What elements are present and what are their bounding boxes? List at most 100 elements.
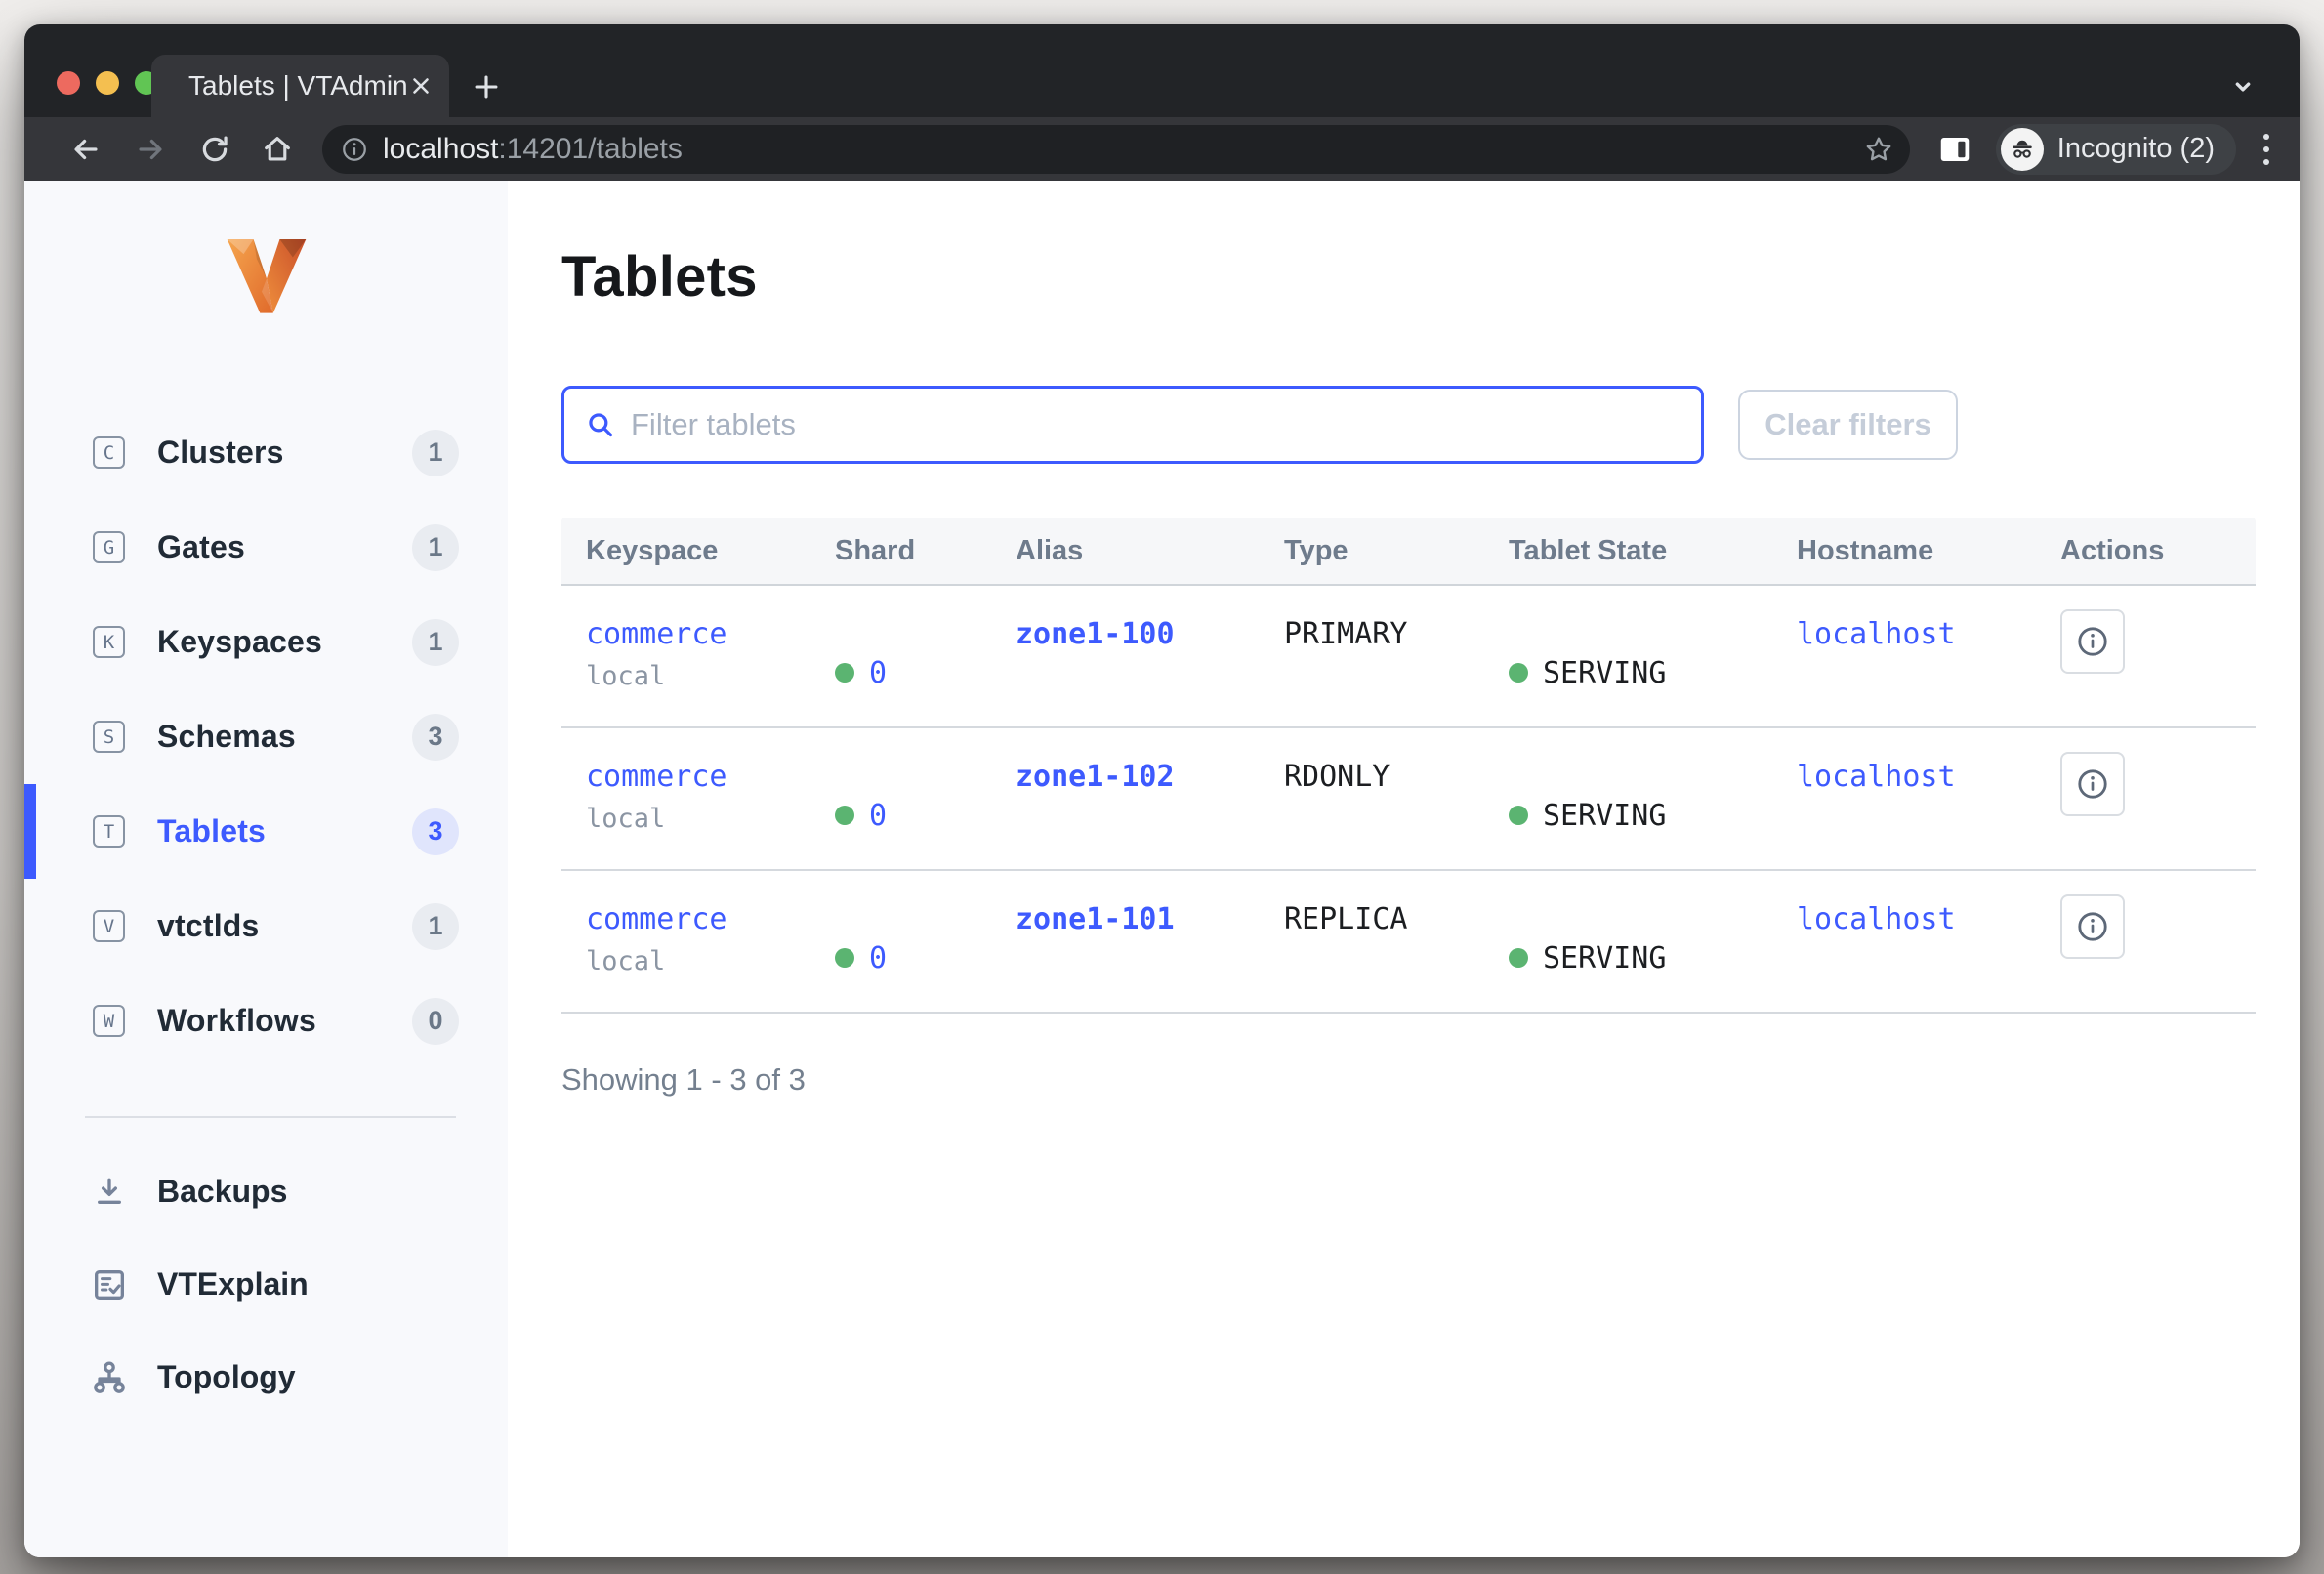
sidebar-item-label: Gates (157, 529, 245, 565)
home-icon[interactable] (260, 132, 295, 167)
clusters-letter-icon: C (93, 436, 125, 469)
close-tab-icon[interactable] (408, 69, 434, 103)
sidebar-item-label: Schemas (157, 719, 296, 755)
incognito-icon (2001, 128, 2044, 171)
shard-link[interactable]: 0 (869, 656, 887, 690)
url-host: localhost (383, 133, 498, 165)
forward-icon[interactable] (133, 132, 168, 167)
count-badge: 3 (412, 808, 459, 855)
row-info-button[interactable] (2060, 894, 2125, 959)
keyspace-link[interactable]: commerce (586, 902, 810, 936)
incognito-badge[interactable]: Incognito (2) (1996, 124, 2236, 175)
sidebar-item-backups[interactable]: Backups (24, 1145, 508, 1238)
shard-link[interactable]: 0 (869, 799, 887, 833)
sidebar-item-vtctlds[interactable]: V vtctlds 1 (24, 879, 508, 973)
shard-status-dot (835, 663, 854, 683)
page-title: Tablets (561, 247, 2256, 308)
clear-filters-button[interactable]: Clear filters (1738, 390, 1958, 460)
hostname-link[interactable]: localhost (1797, 617, 1956, 651)
filter-tablets-input[interactable] (631, 407, 1681, 442)
column-header-shard: Shard (810, 518, 991, 584)
table-row: commerce local 0 zone1-102 RDONLY SERVIN… (561, 728, 2256, 871)
cluster-name: local (586, 946, 810, 976)
tablet-state-value: SERVING (1543, 941, 1666, 975)
minimize-window-button[interactable] (96, 71, 119, 95)
browser-tab-tablets[interactable]: Tablets | VTAdmin (151, 55, 449, 117)
sidebar-item-schemas[interactable]: S Schemas 3 (24, 689, 508, 784)
count-badge: 1 (412, 903, 459, 950)
sidebar-item-label: VTExplain (157, 1266, 309, 1303)
alias-link[interactable]: zone1-102 (1016, 760, 1175, 794)
sidebar-item-keyspaces[interactable]: K Keyspaces 1 (24, 595, 508, 689)
sidebar-item-gates[interactable]: G Gates 1 (24, 500, 508, 595)
sidebar-item-clusters[interactable]: C Clusters 1 (24, 405, 508, 500)
shard-link[interactable]: 0 (869, 941, 887, 975)
browser-menu-icon[interactable] (2258, 128, 2275, 171)
sidebar-item-label: Workflows (157, 1003, 316, 1039)
sidebar-item-workflows[interactable]: W Workflows 0 (24, 973, 508, 1068)
keyspace-cell: commerce local (561, 871, 810, 1012)
keyspace-cell: commerce local (561, 586, 810, 726)
sidebar-item-tablets[interactable]: T Tablets 3 (24, 784, 508, 879)
keyspace-cell: commerce local (561, 728, 810, 869)
column-header-type: Type (1260, 518, 1484, 584)
count-badge: 3 (412, 714, 459, 761)
cluster-name: local (586, 661, 810, 691)
info-icon (2075, 624, 2110, 659)
count-badge: 1 (412, 524, 459, 571)
hostname-cell: localhost (1772, 728, 2036, 869)
topology-nodes-icon (89, 1357, 130, 1398)
actions-cell (2036, 586, 2256, 726)
back-icon[interactable] (68, 132, 104, 167)
reload-icon[interactable] (197, 132, 232, 167)
cluster-name: local (586, 804, 810, 834)
alias-link[interactable]: zone1-100 (1016, 617, 1175, 651)
tablets-letter-icon: T (93, 815, 125, 848)
column-header-alias: Alias (991, 518, 1260, 584)
side-panel-icon[interactable] (1937, 132, 1972, 167)
table-row: commerce local 0 zone1-101 REPLICA SERVI… (561, 871, 2256, 1014)
keyspace-link[interactable]: commerce (586, 617, 810, 651)
column-header-tablet-state: Tablet State (1484, 518, 1772, 584)
hostname-link[interactable]: localhost (1797, 760, 1956, 794)
actions-cell (2036, 728, 2256, 869)
keyspace-link[interactable]: commerce (586, 760, 810, 794)
address-bar[interactable]: localhost:14201/tablets (322, 125, 1910, 174)
tab-strip: Tablets | VTAdmin (24, 24, 2300, 117)
serving-status-dot (1509, 663, 1528, 683)
sidebar: C Clusters 1 G Gates 1 K Keyspaces 1 S S… (24, 181, 508, 1557)
bookmark-star-icon[interactable] (1861, 132, 1896, 167)
download-icon (89, 1172, 130, 1213)
sidebar-item-label: Keyspaces (157, 624, 322, 660)
row-info-button[interactable] (2060, 609, 2125, 674)
tab-search-chevron-icon[interactable] (2225, 69, 2261, 104)
info-icon (2075, 909, 2110, 944)
tab-title: Tablets | VTAdmin (188, 70, 408, 102)
vtctlds-letter-icon: V (93, 910, 125, 942)
sidebar-item-vtexplain[interactable]: VTExplain (24, 1238, 508, 1331)
column-header-hostname: Hostname (1772, 518, 2036, 584)
new-tab-button[interactable] (469, 69, 504, 104)
type-cell: PRIMARY (1260, 586, 1484, 726)
sidebar-item-topology[interactable]: Topology (24, 1331, 508, 1424)
filter-input-container (561, 386, 1704, 464)
close-window-button[interactable] (57, 71, 80, 95)
sidebar-divider (85, 1116, 456, 1118)
shard-cell: 0 (810, 728, 991, 869)
info-icon (2075, 766, 2110, 802)
vitess-logo[interactable] (24, 181, 508, 313)
tablet-state-cell: SERVING (1484, 728, 1772, 869)
site-info-icon[interactable] (340, 135, 369, 164)
workflows-letter-icon: W (93, 1005, 125, 1037)
alias-link[interactable]: zone1-101 (1016, 902, 1175, 936)
row-info-button[interactable] (2060, 752, 2125, 816)
hostname-cell: localhost (1772, 586, 2036, 726)
hostname-cell: localhost (1772, 871, 2036, 1012)
tablet-state-cell: SERVING (1484, 586, 1772, 726)
count-badge: 0 (412, 998, 459, 1045)
serving-status-dot (1509, 806, 1528, 825)
sidebar-tools: Backups VTExplain Topology (24, 1145, 508, 1424)
hostname-link[interactable]: localhost (1797, 902, 1956, 936)
url-path: :14201/tablets (498, 133, 682, 165)
tablets-table: Keyspace Shard Alias Type Tablet State H… (561, 518, 2256, 1014)
